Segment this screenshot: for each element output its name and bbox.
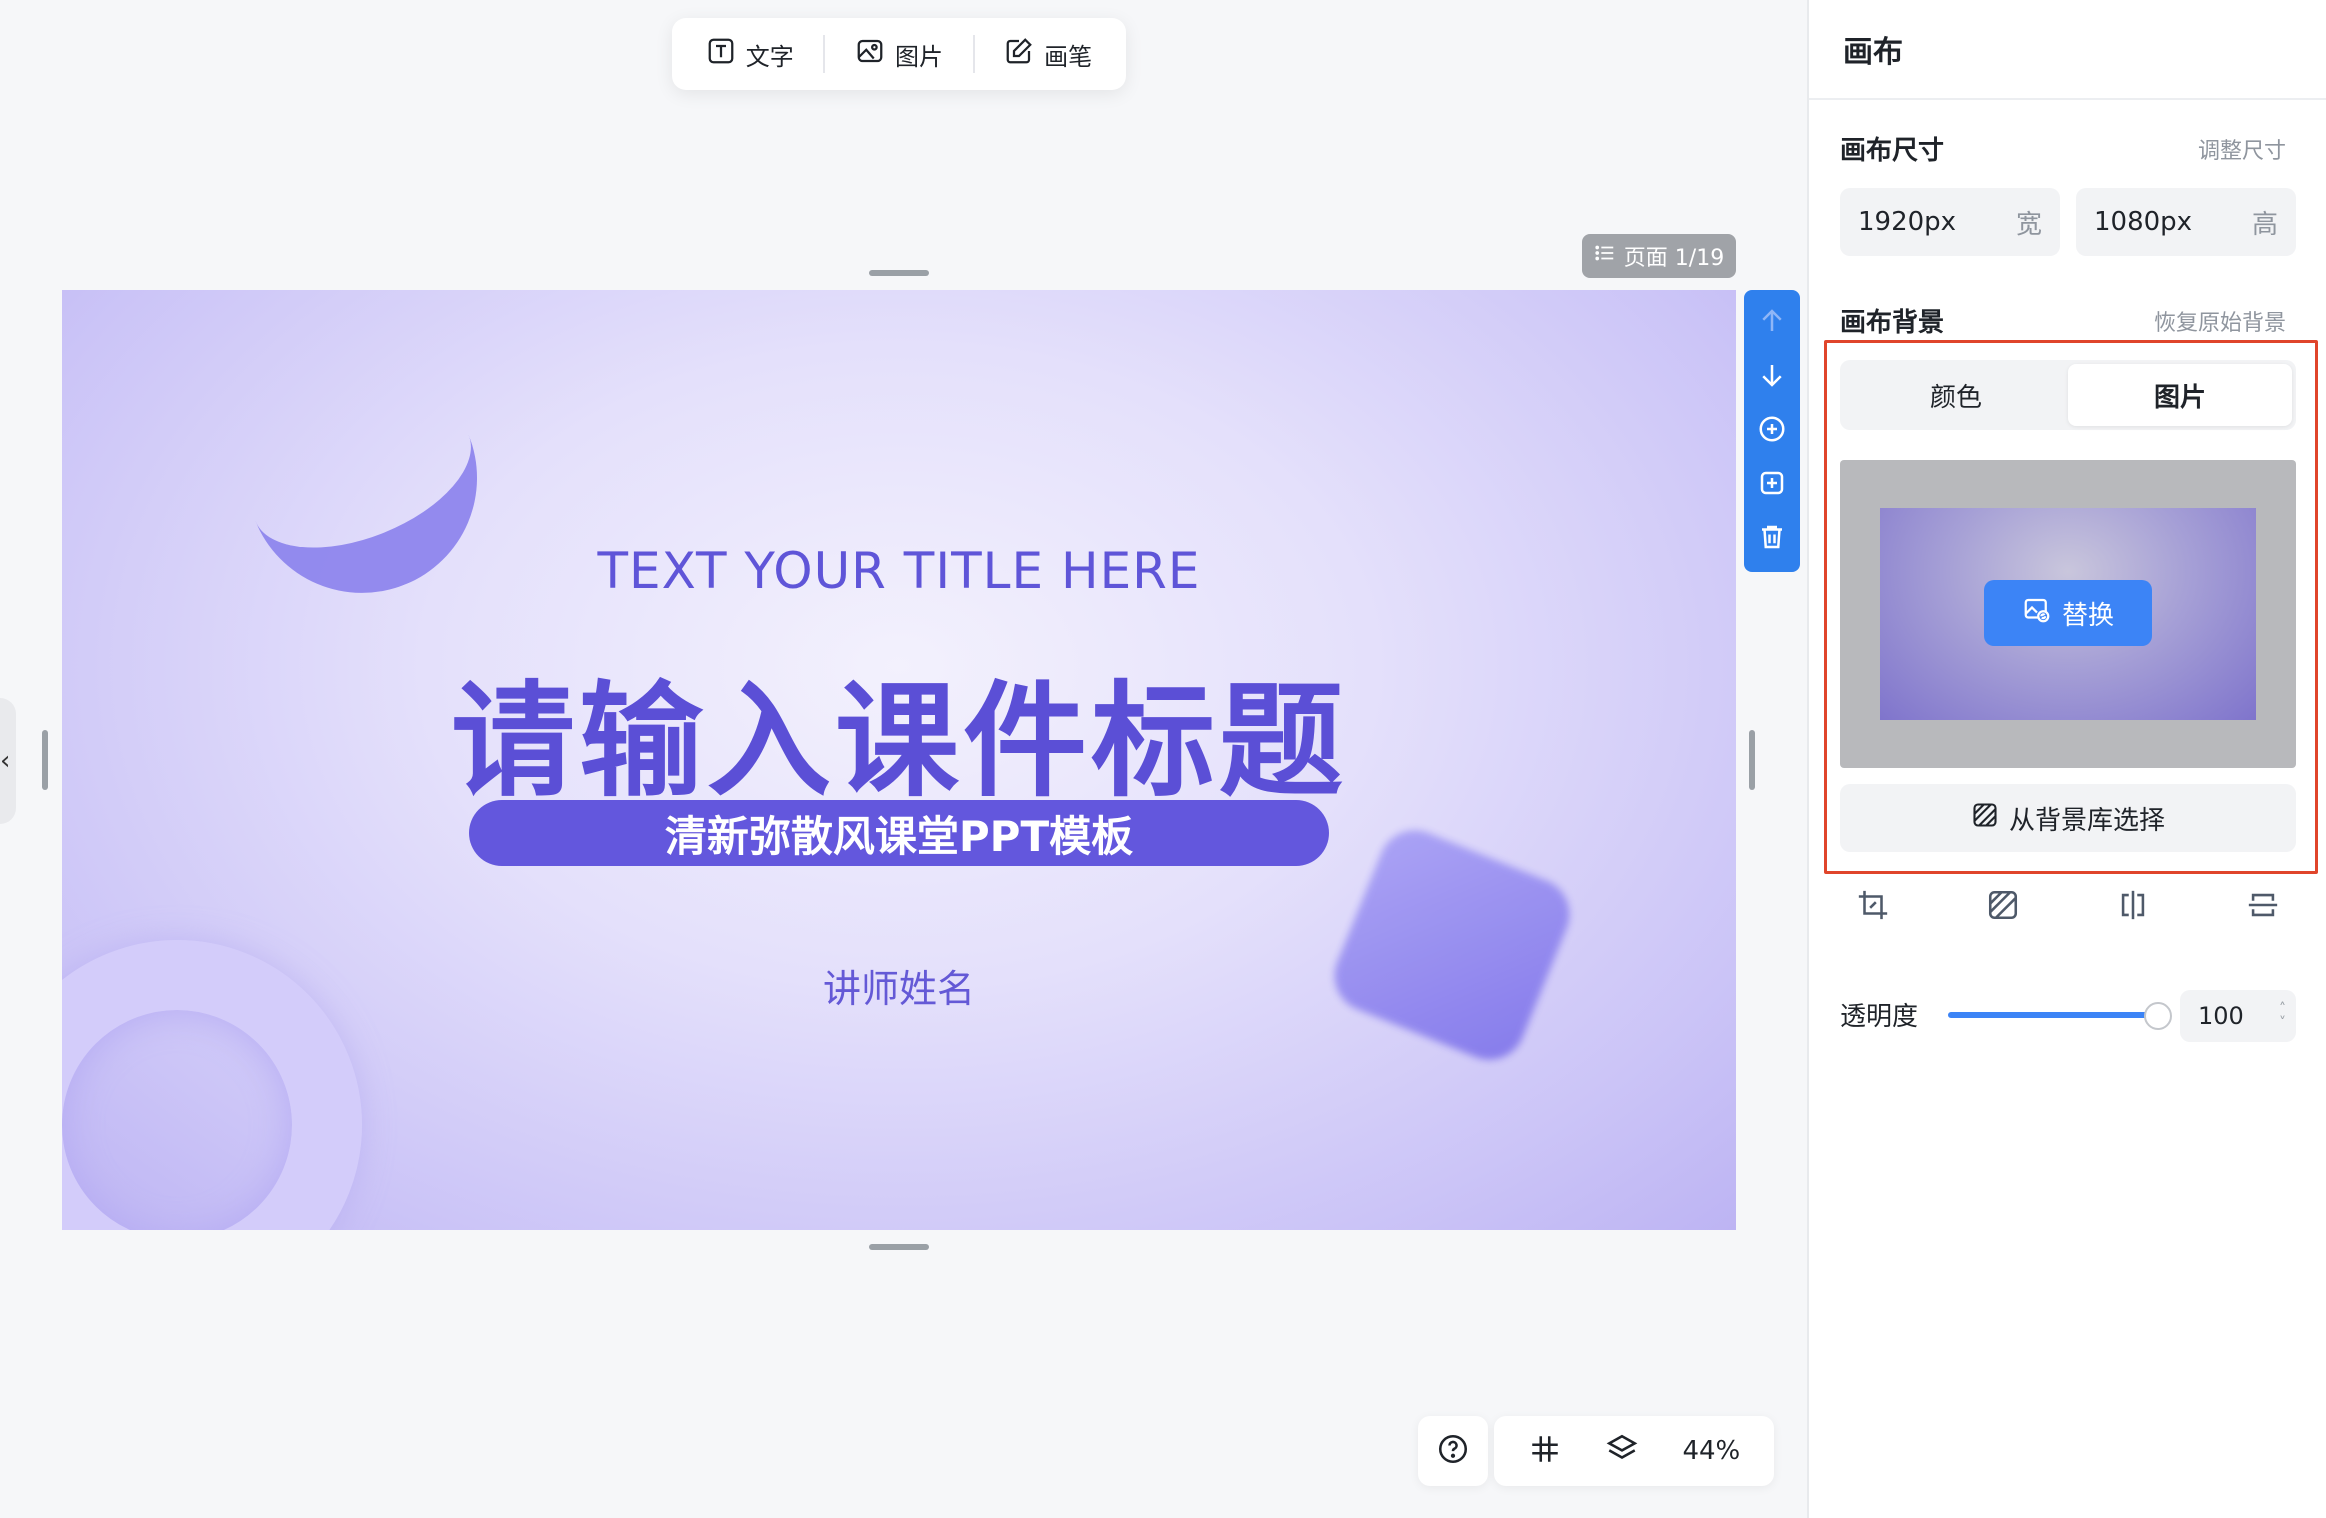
flip-vertical-icon [2246,888,2280,926]
canvas-size-title: 画布尺寸 [1840,136,1945,166]
duplicate-icon [1757,468,1787,502]
canvas-background-section-header: 画布背景 恢复原始背景 [1840,302,2286,339]
chevron-left-icon: ‹ [0,746,11,776]
add-circle-icon [1757,414,1787,448]
slide-actions-toolbar [1744,290,1800,572]
background-image-preview: 替换 [1840,460,2296,768]
choose-from-library-label: 从背景库选择 [2008,805,2165,836]
restore-background-link[interactable]: 恢复原始背景 [2154,305,2286,337]
arrow-up-icon [1757,306,1787,340]
pen-tool-button[interactable]: 画笔 [986,30,1110,78]
replace-image-button[interactable]: 替换 [1984,580,2152,646]
arrow-down-icon [1757,360,1787,394]
canvas-width-field[interactable]: 1920px 宽 [1840,188,2060,256]
layers-icon [1605,1434,1639,1470]
help-button[interactable] [1418,1416,1488,1486]
pattern-icon [1986,888,2020,926]
resize-handle-top[interactable] [869,270,929,276]
layers-button[interactable] [1605,1432,1639,1470]
pattern-library-icon [1971,801,1999,836]
opacity-label: 透明度 [1840,1002,1919,1032]
insert-text-button[interactable]: 文字 [688,30,812,78]
replace-image-icon [2022,595,2052,632]
move-up-button[interactable] [1754,305,1790,341]
view-controls: 44% [1494,1416,1774,1486]
page-indicator-label: 页面 1/19 [1623,246,1725,271]
slide-canvas[interactable]: TEXT YOUR TITLE HERE 请输入课件标题 清新弥散风课堂PPT模… [62,290,1736,1230]
text-icon [706,36,736,72]
insert-toolbar: 文字 图片 画笔 [672,18,1126,90]
crop-icon [1856,888,1890,926]
delete-page-button[interactable] [1754,521,1790,557]
canvas-height-unit: 高 [2251,209,2278,240]
chevron-down-icon: ˅ [2279,1015,2286,1031]
help-icon [1436,1432,1470,1470]
insert-image-button[interactable]: 图片 [837,30,961,78]
opacity-value: 100 [2198,1002,2244,1030]
canvas-size-section-header: 画布尺寸 调整尺寸 [1840,130,2286,167]
canvas-width-value: 1920px [1858,207,1957,237]
canvas-width-unit: 宽 [2015,209,2042,240]
resize-handle-bottom[interactable] [869,1244,929,1250]
slide-subtitle[interactable]: 清新弥散风课堂PPT模板 [469,800,1329,866]
flip-horizontal-button[interactable] [2110,884,2156,930]
opacity-slider[interactable] [1948,1012,2158,1018]
canvas-height-value: 1080px [2094,207,2193,237]
duplicate-page-button[interactable] [1754,467,1790,503]
insert-text-label: 文字 [745,42,794,71]
adjust-size-link[interactable]: 调整尺寸 [2198,133,2286,165]
panel-title: 画布 [1809,0,2326,100]
chevron-up-icon: ˄ [2279,1001,2286,1017]
flip-horizontal-icon [2116,888,2150,926]
opacity-input[interactable]: 100 ˄ ˅ [2180,990,2296,1042]
crop-button[interactable] [1850,884,1896,930]
resize-handle-right[interactable] [1749,730,1755,790]
pen-tool-label: 画笔 [1044,42,1093,71]
flip-vertical-button[interactable] [2240,884,2286,930]
resize-handle-left[interactable] [42,730,48,790]
list-icon [1594,242,1616,270]
toolbar-divider [972,35,975,73]
opacity-slider-handle[interactable] [2144,1002,2172,1030]
replace-image-label: 替换 [2061,600,2114,631]
slide-teacher-name[interactable]: 讲师姓名 [62,958,1736,1013]
canvas-background-title: 画布背景 [1840,308,1945,338]
pen-icon [1004,36,1034,72]
tab-color[interactable]: 颜色 [1844,364,2068,426]
collapse-left-panel-button[interactable]: ‹ [0,698,16,824]
page-indicator[interactable]: 页面 1/19 [1582,234,1736,278]
background-type-tabs: 颜色 图片 [1840,360,2296,430]
trash-icon [1757,522,1787,556]
toolbar-divider [823,35,826,73]
canvas-height-field[interactable]: 1080px 高 [2076,188,2296,256]
image-tools-row [1840,884,2296,930]
image-icon [855,36,885,72]
slide-main-title[interactable]: 请输入课件标题 [62,640,1736,820]
canvas-area: 文字 图片 画笔 页面 1/19 ‹ TEXT YOUR TITLE HERE … [0,0,1807,1518]
move-down-button[interactable] [1754,359,1790,395]
opacity-stepper[interactable]: ˄ ˅ [2279,1002,2286,1030]
tab-image[interactable]: 图片 [2068,364,2292,426]
choose-from-library-button[interactable]: 从背景库选择 [1840,784,2296,852]
slide-english-title[interactable]: TEXT YOUR TITLE HERE [62,542,1736,600]
grid-toggle-button[interactable] [1528,1432,1562,1470]
insert-image-label: 图片 [894,42,943,71]
pattern-button[interactable] [1980,884,2026,930]
grid-icon [1528,1436,1562,1470]
zoom-level[interactable]: 44% [1682,1436,1740,1466]
decor-cube-shape [1323,819,1581,1071]
add-page-button[interactable] [1754,413,1790,449]
